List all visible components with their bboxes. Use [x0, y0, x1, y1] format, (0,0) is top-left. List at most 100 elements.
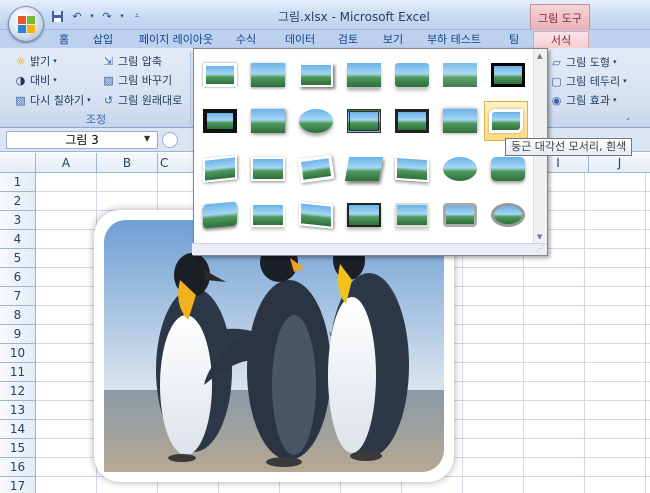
redo-dropdown-icon[interactable]: ▾ — [118, 8, 126, 24]
style-thumbnail — [251, 157, 285, 181]
picture-border-icon: ▢ — [551, 74, 562, 88]
style-thumbnail — [203, 109, 237, 133]
picture-style-perspective-right[interactable] — [294, 195, 338, 235]
tab-format[interactable]: 서식 — [533, 31, 589, 48]
column-header[interactable]: B — [97, 153, 158, 173]
tab-data[interactable]: 데이터 — [276, 31, 324, 48]
tab-page-layout[interactable]: 페이지 레이아웃 — [132, 31, 220, 48]
recolor-button[interactable]: ▧ 다시 칠하기 ▾ — [14, 92, 90, 108]
row-header[interactable]: 10 — [0, 344, 36, 363]
style-thumbnail — [443, 203, 477, 227]
picture-style-bevel-perspective[interactable] — [198, 195, 242, 235]
picture-style-reflected-bevel-black[interactable] — [342, 195, 386, 235]
picture-style-thick-black[interactable] — [486, 55, 530, 95]
row-header[interactable]: 2 — [0, 192, 36, 211]
style-thumbnail — [347, 109, 381, 133]
column-header[interactable]: A — [36, 153, 97, 173]
style-thumbnail — [251, 63, 285, 87]
contrast-button[interactable]: ◑ 대비 ▾ — [14, 72, 57, 88]
redo-icon[interactable]: ↷ — [98, 8, 116, 24]
row-header[interactable]: 16 — [0, 458, 36, 477]
picture-style-rounded-diagonal-white[interactable] — [484, 101, 528, 141]
compress-pictures-button[interactable]: ⇲ 그림 압축 — [102, 53, 162, 69]
chevron-down-icon: ▾ — [53, 76, 57, 84]
row-header[interactable]: 15 — [0, 439, 36, 458]
row-header[interactable]: 12 — [0, 382, 36, 401]
picture-style-metal-frame[interactable] — [342, 101, 386, 141]
tab-view[interactable]: 보기 — [374, 31, 412, 48]
row-header[interactable]: 17 — [0, 477, 36, 493]
office-button[interactable] — [8, 6, 44, 42]
column-header[interactable]: C — [158, 153, 194, 173]
picture-style-center-shadow[interactable] — [438, 101, 482, 141]
row-header[interactable]: 13 — [0, 401, 36, 420]
row-header[interactable]: 5 — [0, 249, 36, 268]
picture-style-rotated-white[interactable] — [294, 149, 338, 189]
row-header[interactable]: 6 — [0, 268, 36, 287]
picture-border-button[interactable]: ▢ 그림 테두리 ▾ — [550, 73, 626, 89]
row-header[interactable]: 14 — [0, 420, 36, 439]
picture-style-soft-edge-oval[interactable] — [438, 149, 482, 189]
tab-formulas[interactable]: 수식 — [226, 31, 266, 48]
picture-style-moderate-frame[interactable] — [246, 149, 290, 189]
picture-style-reflected-rounded[interactable] — [390, 55, 434, 95]
scroll-down-icon[interactable]: ▼ — [537, 233, 542, 241]
formula-expand-button[interactable] — [162, 132, 178, 148]
tab-home[interactable]: 홈 — [48, 31, 80, 48]
picture-style-reflected-bevel-white[interactable] — [246, 195, 290, 235]
tab-insert[interactable]: 삽입 — [84, 31, 122, 48]
dialog-launcher-icon[interactable]: ⌟ — [626, 112, 630, 121]
gallery-resize-grip[interactable]: ⋰ — [192, 243, 547, 255]
row-header[interactable]: 7 — [0, 287, 36, 306]
reset-picture-label: 그림 원래대로 — [118, 94, 183, 107]
name-box[interactable]: 그림 3 — [6, 131, 158, 149]
picture-style-reflected[interactable] — [342, 55, 386, 95]
select-all-corner[interactable] — [0, 153, 36, 173]
picture-style-soft-reflect[interactable] — [438, 55, 482, 95]
row-header[interactable]: 3 — [0, 211, 36, 230]
tab-load-test[interactable]: 부하 테스트 — [418, 31, 490, 48]
recolor-label: 다시 칠하기 — [30, 94, 85, 107]
picture-shape-icon: ▱ — [552, 55, 561, 69]
picture-style-bevel-rectangle[interactable] — [390, 195, 434, 235]
reset-picture-icon: ↺ — [103, 93, 114, 107]
reset-picture-button[interactable]: ↺ 그림 원래대로 — [102, 92, 182, 108]
tab-team[interactable]: 팀 — [500, 31, 528, 48]
sun-icon: ☼ — [15, 54, 26, 68]
undo-dropdown-icon[interactable]: ▾ — [88, 8, 96, 24]
picture-style-drop-shadow[interactable] — [294, 55, 338, 95]
brightness-button[interactable]: ☼ 밝기 ▾ — [14, 53, 57, 69]
tab-review[interactable]: 검토 — [330, 31, 366, 48]
customize-qat-icon[interactable]: ⩡ — [128, 8, 146, 24]
picture-style-metal-rounded[interactable] — [438, 195, 482, 235]
style-thumbnail — [491, 203, 525, 227]
row-header[interactable]: 4 — [0, 230, 36, 249]
picture-style-soft-edge[interactable] — [246, 55, 290, 95]
column-header[interactable]: J — [589, 153, 650, 173]
undo-icon[interactable]: ↶ — [68, 8, 86, 24]
name-box-dropdown-icon[interactable]: ▼ — [144, 134, 150, 143]
change-picture-button[interactable]: ▨ 그림 바꾸기 — [102, 72, 172, 88]
row-header[interactable]: 1 — [0, 173, 36, 192]
picture-style-soft-shadow[interactable] — [246, 101, 290, 141]
style-thumbnail — [203, 201, 237, 229]
scroll-up-icon[interactable]: ▲ — [537, 52, 542, 60]
row-header[interactable]: 11 — [0, 363, 36, 382]
row-header[interactable]: 9 — [0, 325, 36, 344]
picture-style-relaxed-perspective[interactable] — [390, 149, 434, 189]
picture-style-simple-frame-white[interactable] — [198, 55, 242, 95]
picture-effects-button[interactable]: ◉ 그림 효과 ▾ — [550, 92, 617, 108]
row-header[interactable]: 8 — [0, 306, 36, 325]
save-icon[interactable] — [48, 8, 66, 24]
penguin-picture[interactable] — [104, 220, 444, 472]
style-thumbnail — [491, 63, 525, 87]
picture-style-perspective-shadow[interactable] — [342, 149, 386, 189]
picture-style-oval[interactable] — [294, 101, 338, 141]
picture-style-metal-oval[interactable] — [486, 195, 530, 235]
resize-grip-icon: ⋰ — [536, 244, 544, 253]
picture-effects-label: 그림 효과 — [566, 94, 610, 107]
picture-style-thick-matte-black[interactable] — [390, 101, 434, 141]
picture-shape-button[interactable]: ▱ 그림 도형 ▾ — [550, 54, 616, 70]
picture-style-perspective-left[interactable] — [198, 149, 242, 189]
picture-style-black-frame[interactable] — [198, 101, 242, 141]
